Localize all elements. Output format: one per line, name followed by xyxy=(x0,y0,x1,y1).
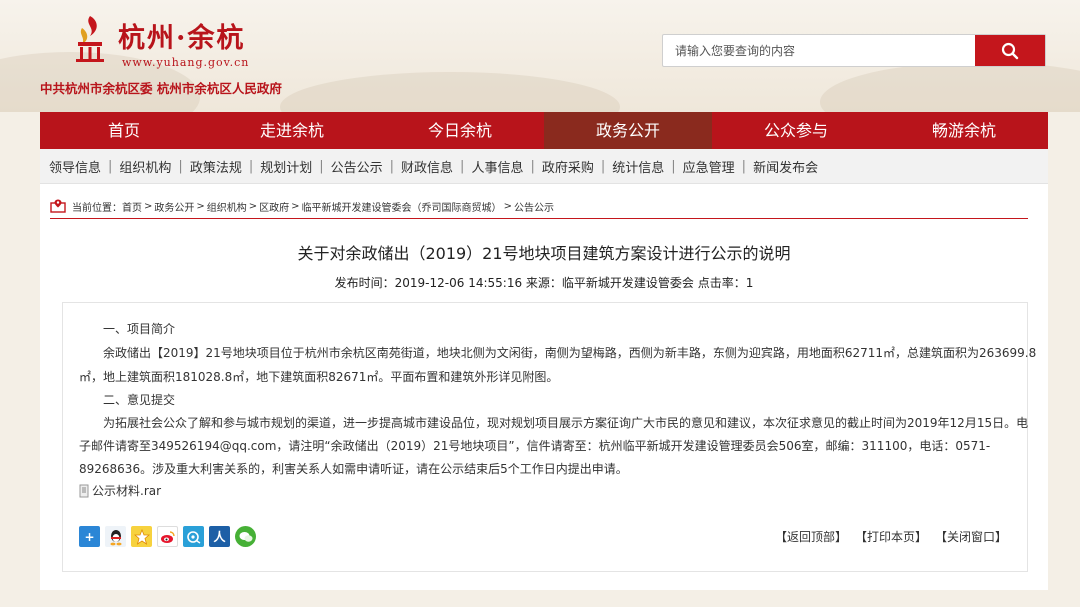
qzone-star-icon[interactable] xyxy=(131,526,152,547)
subnav-item-organizations[interactable]: 组织机构 xyxy=(119,157,171,176)
attachment-name: 公示材料.rar xyxy=(92,484,162,498)
content-panel: 当前位置： 首页 > 政务公开 > 组织机构 > 区政府 > 临平新城开发建设管… xyxy=(40,184,1048,590)
site-logo[interactable]: 杭州·余杭 www.yuhang.gov.cn 中共杭州市余杭区委 杭州市余杭区… xyxy=(40,8,310,108)
subnav-item-procurement[interactable]: 政府采购 xyxy=(542,157,594,176)
article-footer-links: 【返回顶部】 【打印本页】 【关闭窗口】 xyxy=(775,528,1007,545)
article-paragraph: ㎡，地上建筑面积181028.8㎡，地下建筑面积82671㎡。平面布置和建筑外形… xyxy=(79,370,559,384)
subnav-item-statistics[interactable]: 统计信息 xyxy=(612,157,664,176)
nav-item-today[interactable]: 今日余杭 xyxy=(376,112,544,149)
back-to-top-link[interactable]: 【返回顶部】 xyxy=(775,528,847,545)
search-button[interactable] xyxy=(975,35,1045,66)
qq-icon[interactable] xyxy=(105,526,126,547)
subnav-item-plans[interactable]: 规划计划 xyxy=(260,157,312,176)
search-input[interactable] xyxy=(663,35,975,66)
subnav-separator: | xyxy=(741,158,747,174)
close-window-link[interactable]: 【关闭窗口】 xyxy=(935,528,1007,545)
wechat-icon[interactable] xyxy=(235,526,256,547)
search-icon xyxy=(1001,42,1019,59)
subnav-item-leaders[interactable]: 领导信息 xyxy=(49,157,101,176)
renren-icon[interactable]: 人 xyxy=(209,526,230,547)
breadcrumb-organizations[interactable]: 组织机构 xyxy=(207,199,247,214)
subnav-separator: | xyxy=(460,158,465,174)
nav-item-home[interactable]: 首页 xyxy=(40,112,208,149)
breadcrumb-separator: > xyxy=(248,200,258,212)
plus-share-icon[interactable]: + xyxy=(79,526,100,547)
subnav-separator: | xyxy=(671,158,676,174)
logo-emblem-icon xyxy=(76,16,104,62)
breadcrumb-separator: > xyxy=(196,200,205,212)
article-paragraph: 子邮件请寄至349526194@qq.com，请注明“余政储出（2019）21号… xyxy=(79,439,991,453)
article-body: 一、项目简介 余政储出【2019】21号地块项目位于杭州市余杭区南苑街道，地块北… xyxy=(62,302,1036,572)
article-paragraph: 余政储出【2019】21号地块项目位于杭州市余杭区南苑街道，地块北侧为文闲街，南… xyxy=(103,346,1037,360)
subnav-separator: | xyxy=(108,158,113,174)
site-header: 杭州·余杭 www.yuhang.gov.cn 中共杭州市余杭区委 杭州市余杭区… xyxy=(0,0,1080,112)
header-decoration xyxy=(280,72,620,112)
article-title: 关于对余政储出（2019）21号地块项目建筑方案设计进行公示的说明 xyxy=(297,244,791,263)
nav-item-about[interactable]: 走进余杭 xyxy=(208,112,376,149)
star-shape xyxy=(133,528,150,545)
breadcrumb-home[interactable]: 首页 xyxy=(122,199,142,214)
breadcrumb-separator: > xyxy=(503,200,512,212)
subnav-separator: | xyxy=(248,158,254,174)
nav-item-tourism[interactable]: 畅游余杭 xyxy=(880,112,1048,149)
breadcrumb: 当前位置： 首页 > 政务公开 > 组织机构 > 区政府 > 临平新城开发建设管… xyxy=(50,196,554,216)
breadcrumb-separator: > xyxy=(291,200,300,212)
subnav-item-emergency[interactable]: 应急管理 xyxy=(683,157,735,176)
article-paragraph: 为拓展社会公众了解和参与城市规划的渠道，进一步提高城市建设品位，现对规划项目展示… xyxy=(103,416,1029,430)
subnav-item-personnel[interactable]: 人事信息 xyxy=(471,157,523,176)
breadcrumb-announcements[interactable]: 公告公示 xyxy=(514,199,554,214)
breadcrumb-divider xyxy=(50,218,1028,219)
section-heading: 二、意见提交 xyxy=(103,393,176,407)
location-icon xyxy=(50,199,66,213)
breadcrumb-gov-affairs[interactable]: 政务公开 xyxy=(154,199,194,214)
breadcrumb-linping-committee[interactable]: 临平新城开发建设管委会（乔司国际商贸城） xyxy=(302,199,502,214)
search-box xyxy=(662,34,1046,67)
org-line: 中共杭州市余杭区委 杭州市余杭区人民政府 xyxy=(40,81,282,96)
subnav-item-finance[interactable]: 财政信息 xyxy=(401,157,453,176)
qq-penguin-shape xyxy=(110,529,121,545)
breadcrumb-prefix: 当前位置： xyxy=(72,202,122,214)
logo-title: 杭州·余杭 xyxy=(118,23,246,54)
subnav-separator: | xyxy=(600,158,606,174)
weibo-shape xyxy=(160,530,175,543)
article-paragraph: 89268636。涉及重大利害关系的，利害关系人如需申请听证，请在公示结束后5个… xyxy=(79,462,628,476)
subnav-separator: | xyxy=(178,158,183,174)
main-nav: 首页 走进余杭 今日余杭 政务公开 公众参与 畅游余杭 xyxy=(40,112,1048,149)
share-bar: + 人 xyxy=(79,526,256,547)
subnav-separator: | xyxy=(530,158,535,174)
subnav-item-press[interactable]: 新闻发布会 xyxy=(753,157,818,176)
attachment-link[interactable]: 公示材料.rar xyxy=(79,482,161,499)
subnav-item-announcements[interactable]: 公告公示 xyxy=(331,157,383,176)
breadcrumb-district-gov[interactable]: 区政府 xyxy=(259,199,289,214)
nav-item-gov-affairs[interactable]: 政务公开 xyxy=(544,112,712,149)
article-meta: 发布时间：2019-12-06 14:55:16 来源：临平新城开发建设管委会 … xyxy=(334,276,754,290)
sub-nav: 领导信息 | 组织机构 | 政策法规 | 规划计划 | 公告公示 | 财政信息 … xyxy=(40,149,1048,184)
nav-item-participation[interactable]: 公众参与 xyxy=(712,112,880,149)
weibo-icon[interactable] xyxy=(157,526,178,547)
section-heading: 一、项目简介 xyxy=(103,322,176,336)
header-decoration xyxy=(820,62,1080,112)
breadcrumb-separator: > xyxy=(144,200,153,212)
subnav-separator: | xyxy=(319,158,324,174)
tencent-weibo-icon[interactable] xyxy=(183,526,204,547)
logo-url: www.yuhang.gov.cn xyxy=(122,56,250,69)
wechat-bubble-shape xyxy=(239,531,252,542)
print-page-link[interactable]: 【打印本页】 xyxy=(855,528,927,545)
tencent-weibo-shape xyxy=(186,530,200,544)
file-attachment-icon xyxy=(79,484,89,497)
subnav-separator: | xyxy=(389,158,395,174)
subnav-item-policies[interactable]: 政策法规 xyxy=(190,157,242,176)
